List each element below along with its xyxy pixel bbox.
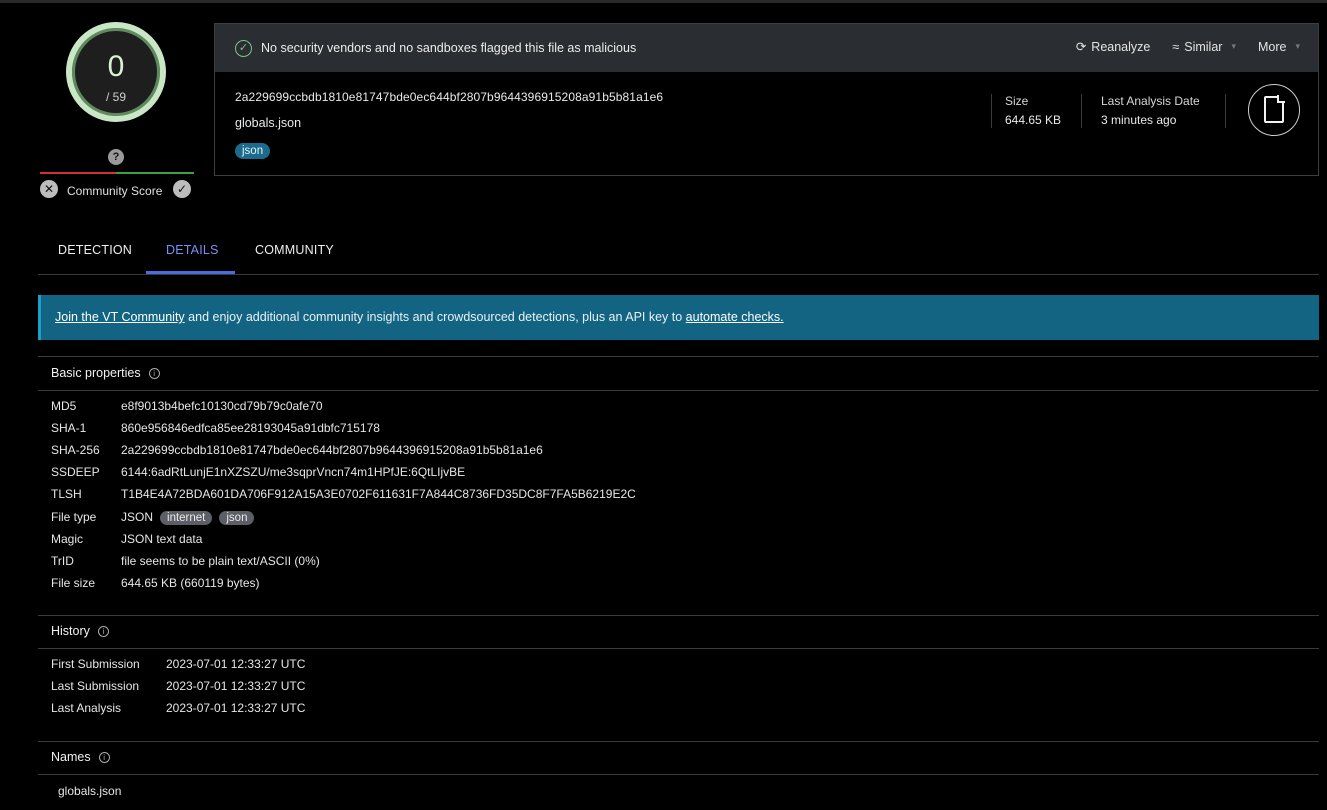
chevron-down-icon: ▾ (1231, 41, 1236, 51)
community-score-bar-positive (116, 172, 194, 174)
property-value: file seems to be plain text/ASCII (0%) (121, 554, 320, 568)
history-value: 2023-07-01 12:33:27 UTC (166, 701, 306, 715)
property-value-text: JSON (121, 509, 154, 524)
property-value-text: T1B4E4A72BDA601DA706F912A15A3E0702F61163… (121, 487, 636, 502)
property-key: File type (51, 509, 97, 524)
names-heading: Names i (51, 750, 110, 764)
property-key: TLSH (51, 487, 82, 502)
file-type-icon (1248, 84, 1300, 136)
property-value: 860e956846edfca85ee28193045a91dbfc715178 (121, 421, 380, 435)
more-button[interactable]: More ▾ (1258, 39, 1300, 54)
history-heading: History i (51, 624, 109, 638)
detection-count: 0 (107, 50, 125, 83)
file-type-tag[interactable]: internet (160, 510, 213, 525)
property-value: 2a229699ccbdb1810e81747bde0ec644bf2807b9… (121, 443, 543, 457)
top-border (0, 0, 1327, 3)
property-key: SHA-1 (51, 421, 87, 436)
basic-properties-title: Basic properties (51, 366, 141, 380)
section-divider (38, 390, 1319, 391)
tab-bar: DETECTION DETAILS COMMUNITY (38, 238, 1319, 275)
property-key: Magic (51, 531, 84, 546)
history-key: Last Analysis (51, 701, 122, 715)
tab-detection[interactable]: DETECTION (58, 243, 132, 257)
community-banner: Join the VT Community and enjoy addition… (38, 295, 1319, 340)
property-value: JSON internet json (121, 509, 255, 525)
file-name: globals.json (235, 116, 302, 130)
property-key: TrID (51, 553, 74, 568)
check-circle-icon: ✓ (235, 39, 252, 57)
section-divider (38, 615, 1319, 616)
name-item: globals.json (58, 784, 122, 798)
score-ring: 0 / 59 (66, 22, 166, 122)
info-icon[interactable]: i (97, 625, 109, 637)
size-value: 644.65 KB (1005, 113, 1062, 127)
vote-harmless-icon[interactable]: ✓ (173, 180, 191, 198)
meta-divider (991, 94, 992, 128)
similar-icon: ≈ (1172, 39, 1180, 54)
banner-text: Join the VT Community and enjoy addition… (55, 310, 784, 324)
meta-divider (1225, 94, 1226, 128)
property-key: SSDEEP (51, 465, 100, 480)
question-icon: ? (108, 149, 124, 165)
property-value-text: 860e956846edfca85ee28193045a91dbfc715178 (121, 421, 380, 436)
basic-properties-heading: Basic properties i (51, 366, 160, 380)
last-analysis-label: Last Analysis Date (1101, 94, 1200, 108)
banner-middle-text: and enjoy additional community insights … (184, 310, 686, 324)
property-value-text: e8f9013b4befc10130cd79b79c0afe70 (121, 399, 323, 413)
chevron-down-icon: ▾ (1295, 41, 1300, 51)
similar-label: Similar (1184, 39, 1223, 54)
history-value: 2023-07-01 12:33:27 UTC (166, 657, 306, 671)
property-value-text: 644.65 KB (660119 bytes) (121, 575, 260, 590)
property-key: File size (51, 575, 96, 590)
property-value: JSON text data (121, 532, 202, 546)
tab-details[interactable]: DETAILS (166, 243, 219, 257)
section-divider (38, 741, 1319, 742)
property-value-text: 2a229699ccbdb1810e81747bde0ec644bf2807b9… (121, 443, 543, 458)
header-actions: ⟳ Reanalyze ≈ Similar ▾ More ▾ (1075, 39, 1300, 55)
property-value-text: 6144:6adRtLunjE1nXZSZU/me3sqprVncn74m1HP… (121, 465, 466, 480)
reanalyze-button[interactable]: ⟳ Reanalyze (1075, 39, 1151, 55)
tab-community[interactable]: COMMUNITY (255, 243, 334, 257)
reanalyze-label: Reanalyze (1091, 39, 1151, 54)
names-title: Names (51, 750, 91, 764)
history-key: First Submission (51, 657, 140, 671)
info-icon[interactable]: i (98, 751, 110, 763)
refresh-icon: ⟳ (1075, 40, 1087, 54)
property-value: e8f9013b4befc10130cd79b79c0afe70 (121, 399, 323, 413)
history-title: History (51, 624, 90, 638)
status-header: ✓ No security vendors and no sandboxes f… (215, 24, 1318, 72)
size-label: Size (1005, 94, 1029, 108)
info-icon[interactable]: i (148, 367, 160, 379)
active-tab-indicator (146, 271, 235, 274)
community-score-label: Community Score (67, 184, 163, 198)
meta-divider (1081, 94, 1082, 128)
vendor-total: / 59 (105, 90, 126, 104)
vote-malicious-icon[interactable]: ✕ (40, 180, 58, 198)
property-value-text: JSON text data (121, 531, 203, 546)
join-community-link[interactable]: Join the VT Community (55, 310, 185, 324)
file-tag[interactable]: json (235, 143, 271, 159)
property-value: T1B4E4A72BDA601DA706F912A15A3E0702F61163… (121, 487, 636, 501)
automate-checks-link[interactable]: automate checks. (686, 310, 784, 324)
property-value-text: file seems to be plain text/ASCII (0%) (121, 553, 320, 568)
section-divider (38, 774, 1319, 775)
community-score-bar-negative (40, 172, 116, 174)
file-hash[interactable]: 2a229699ccbdb1810e81747bde0ec644bf2807b9… (235, 90, 663, 104)
property-value: 644.65 KB (660119 bytes) (121, 576, 260, 590)
history-value: 2023-07-01 12:33:27 UTC (166, 679, 306, 693)
section-divider (38, 356, 1319, 357)
file-type-tag[interactable]: json (219, 510, 255, 525)
last-analysis-value: 3 minutes ago (1101, 113, 1177, 127)
property-key: SHA-256 (51, 443, 100, 458)
more-label: More (1257, 39, 1287, 54)
section-divider (38, 648, 1319, 649)
property-value: 6144:6adRtLunjE1nXZSZU/me3sqprVncn74m1HP… (121, 465, 465, 479)
file-summary-card: ✓ No security vendors and no sandboxes f… (214, 23, 1319, 176)
status-text: No security vendors and no sandboxes fla… (261, 41, 637, 55)
property-key: MD5 (51, 399, 77, 413)
history-key: Last Submission (51, 679, 140, 693)
similar-button[interactable]: ≈ Similar ▾ (1172, 39, 1236, 54)
